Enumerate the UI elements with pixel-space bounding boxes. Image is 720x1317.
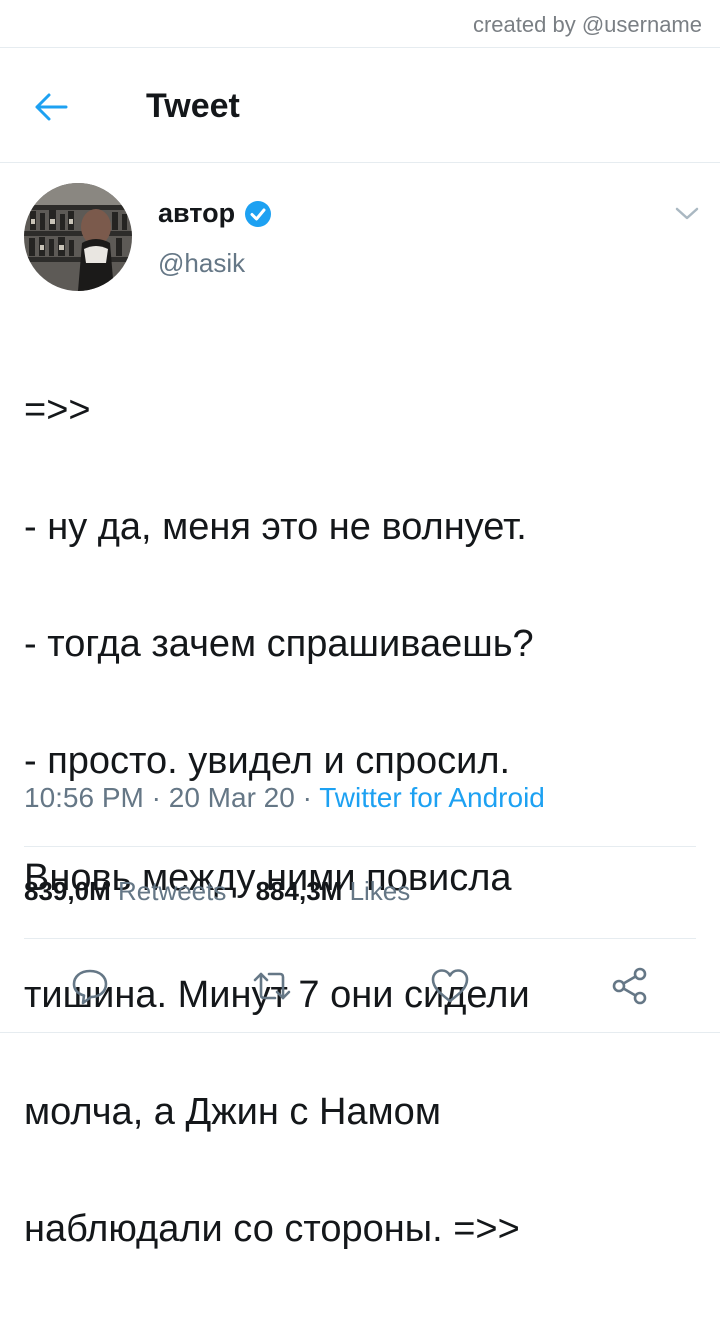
- like-button[interactable]: [424, 960, 476, 1012]
- retweet-button[interactable]: [246, 960, 298, 1012]
- top-bar: Tweet: [0, 48, 720, 162]
- verified-badge-icon: [245, 200, 272, 227]
- tweet-line: наблюдали со стороны. =>>: [24, 1207, 520, 1250]
- tweet-source-link[interactable]: Twitter for Android: [319, 782, 545, 813]
- tweet-meta: 10:56 PM · 20 Mar 20 · Twitter for Andro…: [24, 782, 545, 814]
- tweet-text: =>> - ну да, меня это не волнует. - тогд…: [24, 322, 704, 1317]
- avatar-photo: [24, 183, 132, 291]
- retweet-icon: [253, 972, 291, 1000]
- page-title: Tweet: [146, 87, 240, 125]
- tweet-line: =>>: [24, 388, 91, 431]
- author-name-row[interactable]: автор: [158, 198, 273, 229]
- tweet-date: 20 Mar 20: [168, 782, 295, 813]
- like-icon: [431, 969, 469, 1003]
- arrow-left-icon: [35, 93, 68, 121]
- likes-stat[interactable]: 884,3M Likes: [256, 876, 411, 907]
- divider: [0, 1032, 720, 1033]
- meta-separator: ·: [151, 782, 161, 813]
- author-name[interactable]: автор: [158, 198, 235, 229]
- tweet-line: - ну да, меня это не волнует.: [24, 505, 527, 548]
- likes-count: 884,3M: [255, 876, 343, 906]
- back-button[interactable]: [28, 84, 74, 130]
- divider: [24, 846, 696, 847]
- divider: [24, 938, 696, 939]
- avatar[interactable]: [24, 183, 132, 291]
- tweet-line: молча, а Джин с Намом: [24, 1090, 441, 1133]
- action-bar: [0, 960, 720, 1012]
- share-icon: [612, 967, 647, 1005]
- credit-text: created by @username: [472, 12, 702, 37]
- tweet-stats: 839,0M Retweets 884,3M Likes: [24, 876, 432, 907]
- retweets-label: Retweets: [117, 876, 227, 906]
- divider: [0, 162, 720, 163]
- share-button[interactable]: [604, 960, 656, 1012]
- retweets-stat[interactable]: 839,0M Retweets: [24, 876, 226, 907]
- author-handle[interactable]: @hasik: [158, 248, 245, 279]
- reply-button[interactable]: [64, 960, 116, 1012]
- tweet-line: - тогда зачем спрашиваешь?: [24, 622, 534, 665]
- likes-label: Likes: [349, 876, 411, 906]
- meta-separator: ·: [302, 782, 312, 813]
- chevron-down-icon[interactable]: [674, 205, 700, 223]
- tweet-time: 10:56 PM: [24, 782, 144, 813]
- retweets-count: 839,0M: [24, 876, 111, 906]
- reply-icon: [72, 969, 108, 1005]
